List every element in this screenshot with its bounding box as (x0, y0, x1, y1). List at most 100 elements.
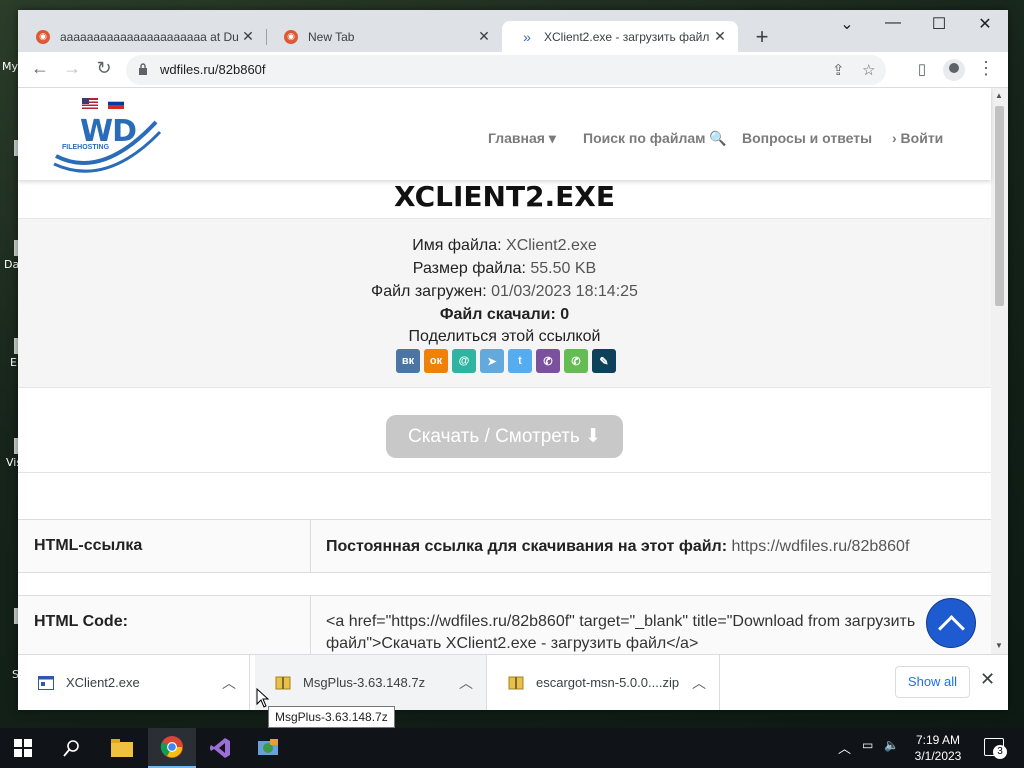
tab-xclient2[interactable]: » XClient2.exe - загрузить файл ✕ (502, 21, 738, 52)
russian-flag-icon[interactable] (108, 98, 124, 109)
desktop-icon-label[interactable]: Da (4, 258, 19, 271)
download-filename: escargot-msn-5.0.0....zip (536, 675, 680, 690)
maximize-button[interactable]: ☐ (916, 14, 962, 34)
file-size-value: 55.50 KB (530, 260, 597, 277)
file-explorer-icon[interactable] (98, 728, 146, 768)
table-divider (310, 596, 311, 654)
html-code-line: <a href="https://wdfiles.ru/82b860f" tar… (326, 613, 916, 630)
tab-title: XClient2.exe - загрузить файл (544, 29, 710, 44)
mouse-cursor-icon (256, 688, 270, 708)
divider (18, 472, 991, 473)
profile-avatar[interactable] (943, 59, 965, 81)
back-button[interactable]: ← (28, 58, 52, 79)
reload-button[interactable]: ↻ (92, 58, 116, 79)
minimize-button[interactable]: — (870, 14, 916, 32)
tab-new-tab[interactable]: ◉ New Tab ✕ (266, 21, 502, 52)
whatsapp-icon[interactable]: ✆ (564, 349, 588, 373)
page-scrollbar[interactable]: ▲ ▼ (991, 88, 1008, 654)
chevron-up-icon[interactable]: ︿ (222, 673, 236, 693)
file-name-value: XClient2.exe (506, 237, 597, 254)
table-row-html-code: HTML Code: <a href="https://wdfiles.ru/8… (18, 595, 991, 654)
logo-subtext: FILEHOSTING (62, 144, 110, 151)
tab-close-icon[interactable]: ✕ (238, 28, 258, 45)
network-status-icon[interactable]: ▭ (862, 738, 873, 752)
nav-faq[interactable]: Вопросы и ответы (742, 130, 872, 146)
download-tooltip: MsgPlus-3.63.148.7z (268, 706, 395, 728)
tab-title: New Tab (308, 29, 355, 44)
file-name-line: Имя файла: XClient2.exe (18, 237, 991, 255)
download-item[interactable]: escargot-msn-5.0.0....zip ︿ (488, 655, 720, 710)
vk-icon[interactable]: вк (396, 349, 420, 373)
new-tab-button[interactable]: + (750, 24, 774, 50)
download-item[interactable]: XClient2.exe ︿ (18, 655, 250, 710)
download-item[interactable]: MsgPlus-3.63.148.7z ︿ (255, 655, 487, 710)
lock-icon (139, 63, 147, 75)
clock-date: 3/1/2023 (914, 749, 962, 763)
html-code-line: файл">Скачать XClient2.exe - загрузить ф… (326, 635, 699, 652)
side-panel-icon[interactable]: ▯ (910, 60, 934, 78)
chrome-icon[interactable] (148, 728, 196, 768)
scroll-down-icon[interactable]: ▼ (995, 641, 1003, 650)
forward-button[interactable]: → (60, 58, 84, 79)
show-all-downloads-button[interactable]: Show all (895, 666, 970, 698)
downloads-bar: XClient2.exe ︿ MsgPlus-3.63.148.7z ︿ esc… (18, 654, 1008, 710)
nav-file-search[interactable]: Поиск по файлам 🔍 (583, 130, 727, 147)
page-viewport: WD FILEHOSTING Главная ▾ Поиск по файлам… (18, 88, 1008, 654)
desktop-icon-label[interactable]: My (2, 60, 18, 73)
table-key: HTML-ссылка (34, 537, 143, 554)
tab-duckduckgo[interactable]: ◉ аааааааааааааааааааааа at Duc ✕ (18, 21, 266, 52)
duckduckgo-icon: ◉ (284, 29, 298, 44)
system-clock[interactable]: 7:19 AM 3/1/2023 (912, 732, 964, 764)
file-name-label: Имя файла: (412, 237, 502, 254)
nav-login[interactable]: › Войти (892, 130, 943, 146)
moimir-icon[interactable]: @ (452, 349, 476, 373)
odnoklassniki-icon[interactable]: ок (424, 349, 448, 373)
nav-home[interactable]: Главная ▾ (488, 130, 556, 147)
address-bar[interactable]: wdfiles.ru/82b860f ⇪ ☆ (126, 55, 886, 85)
site-header: WD FILEHOSTING Главная ▾ Поиск по файлам… (18, 88, 991, 180)
english-flag-icon[interactable] (82, 98, 98, 109)
visual-studio-icon[interactable] (196, 728, 244, 768)
telegram-icon[interactable]: ➤ (480, 349, 504, 373)
tab-search-icon[interactable]: ⌄ (824, 14, 870, 34)
share-icon[interactable]: ⇪ (832, 61, 845, 79)
archive-file-icon (275, 676, 291, 690)
file-uploaded-label: Файл загружен: (371, 283, 487, 300)
file-info-box: Имя файла: XClient2.exe Размер файла: 55… (18, 218, 991, 388)
windows-taskbar: ︿ ▭ 🔈 7:19 AM 3/1/2023 3 (0, 728, 1024, 768)
close-window-button[interactable]: ✕ (962, 14, 1008, 34)
html-code-value[interactable]: <a href="https://wdfiles.ru/82b860f" tar… (326, 611, 915, 654)
file-downloads-count: Файл скачали: 0 (439, 306, 570, 323)
more-menu-icon[interactable]: ⋮ (974, 58, 998, 79)
tab-close-icon[interactable]: ✕ (710, 28, 730, 45)
bookmark-star-icon[interactable]: ☆ (862, 61, 875, 79)
livejournal-icon[interactable]: ✎ (592, 349, 616, 373)
windows-start-icon[interactable] (14, 739, 32, 757)
scroll-up-icon[interactable]: ▲ (995, 91, 1003, 100)
site-logo[interactable]: WD FILEHOSTING (52, 110, 162, 179)
network-app-icon[interactable] (244, 728, 292, 768)
wdfiles-favicon-icon: » (523, 28, 531, 45)
table-divider (310, 520, 311, 572)
download-view-button[interactable]: Скачать / Смотреть ⬇ (386, 415, 623, 458)
viber-icon[interactable]: ✆ (536, 349, 560, 373)
clock-time: 7:19 AM (915, 733, 961, 747)
volume-icon[interactable]: 🔈 (884, 738, 899, 752)
permalink-label: Постоянная ссылка для скачивания на этот… (326, 538, 728, 555)
share-buttons: вк ок @ ➤ t ✆ ✆ ✎ (396, 349, 616, 373)
chevron-up-icon[interactable]: ︿ (459, 673, 473, 693)
permalink-url[interactable]: https://wdfiles.ru/82b860f (732, 538, 910, 555)
tray-chevron-icon[interactable]: ︿ (838, 738, 851, 757)
file-uploaded-line: Файл загружен: 01/03/2023 18:14:25 (18, 283, 991, 301)
share-label: Поделиться этой ссылкой (408, 328, 601, 345)
tab-close-icon[interactable]: ✕ (474, 28, 494, 45)
twitter-icon[interactable]: t (508, 349, 532, 373)
desktop-icon-label[interactable]: E (10, 356, 17, 369)
close-downloads-bar-button[interactable]: ✕ (980, 669, 995, 690)
chevron-up-icon[interactable]: ︿ (692, 673, 706, 693)
tab-strip: ◉ аааааааааааааааааааааа at Duc ✕ ◉ New … (18, 10, 1008, 52)
search-icon[interactable] (48, 728, 96, 768)
scroll-thumb[interactable] (995, 106, 1004, 306)
scroll-to-top-button[interactable] (926, 598, 976, 648)
notification-count-badge: 3 (993, 745, 1007, 759)
